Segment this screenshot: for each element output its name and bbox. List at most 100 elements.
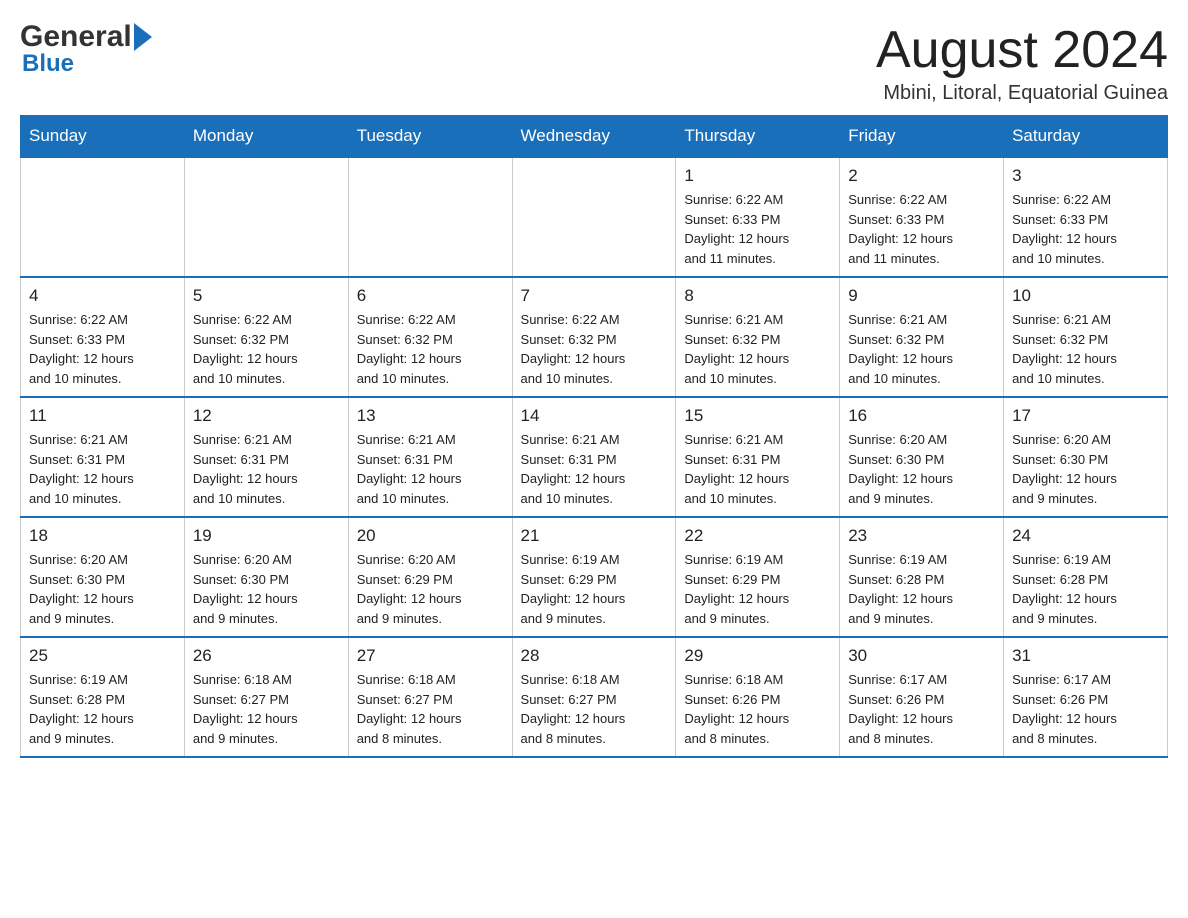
day-number: 8: [684, 286, 831, 306]
calendar-cell: 9Sunrise: 6:21 AMSunset: 6:32 PMDaylight…: [840, 277, 1004, 397]
day-number: 13: [357, 406, 504, 426]
day-info: Sunrise: 6:22 AMSunset: 6:33 PMDaylight:…: [684, 190, 831, 268]
page-header: General Blue August 2024 Mbini, Litoral,…: [20, 20, 1168, 105]
day-number: 2: [848, 166, 995, 186]
calendar-cell: 27 Sunrise: 6:18 AMSunset: 6:27 PMDayligh…: [348, 637, 512, 757]
day-number: 26: [193, 646, 340, 666]
logo: General Blue: [20, 20, 152, 78]
day-number: 3: [1012, 166, 1159, 186]
calendar-header-wednesday: Wednesday: [512, 116, 676, 158]
day-number: 12: [193, 406, 340, 426]
calendar-cell: 13Sunrise: 6:21 AMSunset: 6:31 PMDayligh…: [348, 397, 512, 517]
day-info: Sunrise: 6:17 AMSunset: 6:26 PMDaylight:…: [1012, 670, 1159, 748]
calendar-cell: 18 Sunrise: 6:20 AMSunset: 6:30 PMDayligh…: [21, 517, 185, 637]
day-number: 14: [521, 406, 668, 426]
day-number: 27: [357, 646, 504, 666]
calendar-cell: 22 Sunrise: 6:19 AMSunset: 6:29 PMDayligh…: [676, 517, 840, 637]
logo-general-text: General: [20, 20, 132, 54]
day-info: Sunrise: 6:20 AMSunset: 6:30 PMDaylight:…: [29, 550, 176, 628]
day-info: Sunrise: 6:20 AMSunset: 6:30 PMDaylight:…: [193, 550, 340, 628]
calendar-header-sunday: Sunday: [21, 116, 185, 158]
calendar-cell: 31 Sunrise: 6:17 AMSunset: 6:26 PMDayligh…: [1004, 637, 1168, 757]
calendar-cell: 16 Sunrise: 6:20 AMSunset: 6:30 PMDayligh…: [840, 397, 1004, 517]
calendar-cell: 20 Sunrise: 6:20 AMSunset: 6:29 PMDayligh…: [348, 517, 512, 637]
calendar-cell: 8 Sunrise: 6:21 AMSunset: 6:32 PMDaylight…: [676, 277, 840, 397]
calendar-header-friday: Friday: [840, 116, 1004, 158]
day-number: 10: [1012, 286, 1159, 306]
day-info: Sunrise: 6:19 AMSunset: 6:28 PMDaylight:…: [848, 550, 995, 628]
day-info: Sunrise: 6:20 AMSunset: 6:30 PMDaylight:…: [1012, 430, 1159, 508]
calendar-cell: 4Sunrise: 6:22 AMSunset: 6:33 PMDaylight…: [21, 277, 185, 397]
day-info: Sunrise: 6:21 AMSunset: 6:31 PMDaylight:…: [684, 430, 831, 508]
logo-blue-text: Blue: [22, 50, 152, 78]
day-info: Sunrise: 6:21 AMSunset: 6:31 PMDaylight:…: [521, 430, 668, 508]
day-number: 16: [848, 406, 995, 426]
calendar-header-thursday: Thursday: [676, 116, 840, 158]
calendar-cell: 19Sunrise: 6:20 AMSunset: 6:30 PMDayligh…: [184, 517, 348, 637]
day-number: 29: [684, 646, 831, 666]
day-number: 17: [1012, 406, 1159, 426]
day-info: Sunrise: 6:19 AMSunset: 6:29 PMDaylight:…: [684, 550, 831, 628]
day-number: 11: [29, 406, 176, 426]
day-info: Sunrise: 6:18 AMSunset: 6:27 PMDaylight:…: [193, 670, 340, 748]
day-info: Sunrise: 6:19 AMSunset: 6:28 PMDaylight:…: [1012, 550, 1159, 628]
day-info: Sunrise: 6:17 AMSunset: 6:26 PMDaylight:…: [848, 670, 995, 748]
logo-arrow-icon: [134, 23, 152, 51]
calendar-cell: 12 Sunrise: 6:21 AMSunset: 6:31 PMDayligh…: [184, 397, 348, 517]
day-info: Sunrise: 6:18 AMSunset: 6:27 PMDaylight:…: [357, 670, 504, 748]
calendar-cell: 3 Sunrise: 6:22 AMSunset: 6:33 PMDaylight…: [1004, 157, 1168, 277]
calendar-header-tuesday: Tuesday: [348, 116, 512, 158]
calendar-cell: 17 Sunrise: 6:20 AMSunset: 6:30 PMDayligh…: [1004, 397, 1168, 517]
calendar-cell: 21Sunrise: 6:19 AMSunset: 6:29 PMDayligh…: [512, 517, 676, 637]
calendar-cell: 2 Sunrise: 6:22 AMSunset: 6:33 PMDaylight…: [840, 157, 1004, 277]
title-block: August 2024 Mbini, Litoral, Equatorial G…: [876, 20, 1168, 105]
day-info: Sunrise: 6:20 AMSunset: 6:29 PMDaylight:…: [357, 550, 504, 628]
day-info: Sunrise: 6:22 AMSunset: 6:32 PMDaylight:…: [357, 310, 504, 388]
calendar-week-row: 11 Sunrise: 6:21 AMSunset: 6:31 PMDayligh…: [21, 397, 1168, 517]
calendar-cell: [348, 157, 512, 277]
calendar-cell: 14 Sunrise: 6:21 AMSunset: 6:31 PMDayligh…: [512, 397, 676, 517]
calendar-cell: [21, 157, 185, 277]
calendar-week-row: 1 Sunrise: 6:22 AMSunset: 6:33 PMDaylight…: [21, 157, 1168, 277]
calendar-header-monday: Monday: [184, 116, 348, 158]
calendar-cell: 30 Sunrise: 6:17 AMSunset: 6:26 PMDayligh…: [840, 637, 1004, 757]
day-info: Sunrise: 6:22 AMSunset: 6:32 PMDaylight:…: [193, 310, 340, 388]
calendar-week-row: 25Sunrise: 6:19 AMSunset: 6:28 PMDayligh…: [21, 637, 1168, 757]
day-info: Sunrise: 6:22 AMSunset: 6:32 PMDaylight:…: [521, 310, 668, 388]
day-info: Sunrise: 6:20 AMSunset: 6:30 PMDaylight:…: [848, 430, 995, 508]
calendar-cell: 25Sunrise: 6:19 AMSunset: 6:28 PMDayligh…: [21, 637, 185, 757]
day-number: 18: [29, 526, 176, 546]
day-info: Sunrise: 6:21 AMSunset: 6:31 PMDaylight:…: [29, 430, 176, 508]
calendar-cell: 1 Sunrise: 6:22 AMSunset: 6:33 PMDaylight…: [676, 157, 840, 277]
calendar-cell: 24Sunrise: 6:19 AMSunset: 6:28 PMDayligh…: [1004, 517, 1168, 637]
day-info: Sunrise: 6:22 AMSunset: 6:33 PMDaylight:…: [848, 190, 995, 268]
day-info: Sunrise: 6:22 AMSunset: 6:33 PMDaylight:…: [1012, 190, 1159, 268]
day-number: 20: [357, 526, 504, 546]
month-title: August 2024: [876, 20, 1168, 80]
day-number: 31: [1012, 646, 1159, 666]
calendar-week-row: 18 Sunrise: 6:20 AMSunset: 6:30 PMDayligh…: [21, 517, 1168, 637]
calendar-cell: [184, 157, 348, 277]
day-info: Sunrise: 6:21 AMSunset: 6:32 PMDaylight:…: [684, 310, 831, 388]
day-number: 22: [684, 526, 831, 546]
day-info: Sunrise: 6:21 AMSunset: 6:31 PMDaylight:…: [193, 430, 340, 508]
day-info: Sunrise: 6:19 AMSunset: 6:28 PMDaylight:…: [29, 670, 176, 748]
calendar-cell: 10 Sunrise: 6:21 AMSunset: 6:32 PMDayligh…: [1004, 277, 1168, 397]
calendar-cell: 28Sunrise: 6:18 AMSunset: 6:27 PMDayligh…: [512, 637, 676, 757]
day-number: 1: [684, 166, 831, 186]
calendar-cell: [512, 157, 676, 277]
day-info: Sunrise: 6:19 AMSunset: 6:29 PMDaylight:…: [521, 550, 668, 628]
calendar-cell: 26 Sunrise: 6:18 AMSunset: 6:27 PMDayligh…: [184, 637, 348, 757]
day-number: 23: [848, 526, 995, 546]
calendar-cell: 11 Sunrise: 6:21 AMSunset: 6:31 PMDayligh…: [21, 397, 185, 517]
calendar-cell: 6Sunrise: 6:22 AMSunset: 6:32 PMDaylight…: [348, 277, 512, 397]
day-number: 9: [848, 286, 995, 306]
calendar-cell: 23 Sunrise: 6:19 AMSunset: 6:28 PMDayligh…: [840, 517, 1004, 637]
calendar-cell: 29Sunrise: 6:18 AMSunset: 6:26 PMDayligh…: [676, 637, 840, 757]
calendar-table: SundayMondayTuesdayWednesdayThursdayFrid…: [20, 115, 1168, 758]
calendar-cell: 15Sunrise: 6:21 AMSunset: 6:31 PMDayligh…: [676, 397, 840, 517]
day-info: Sunrise: 6:21 AMSunset: 6:32 PMDaylight:…: [1012, 310, 1159, 388]
day-info: Sunrise: 6:22 AMSunset: 6:33 PMDaylight:…: [29, 310, 176, 388]
day-number: 30: [848, 646, 995, 666]
day-number: 7: [521, 286, 668, 306]
